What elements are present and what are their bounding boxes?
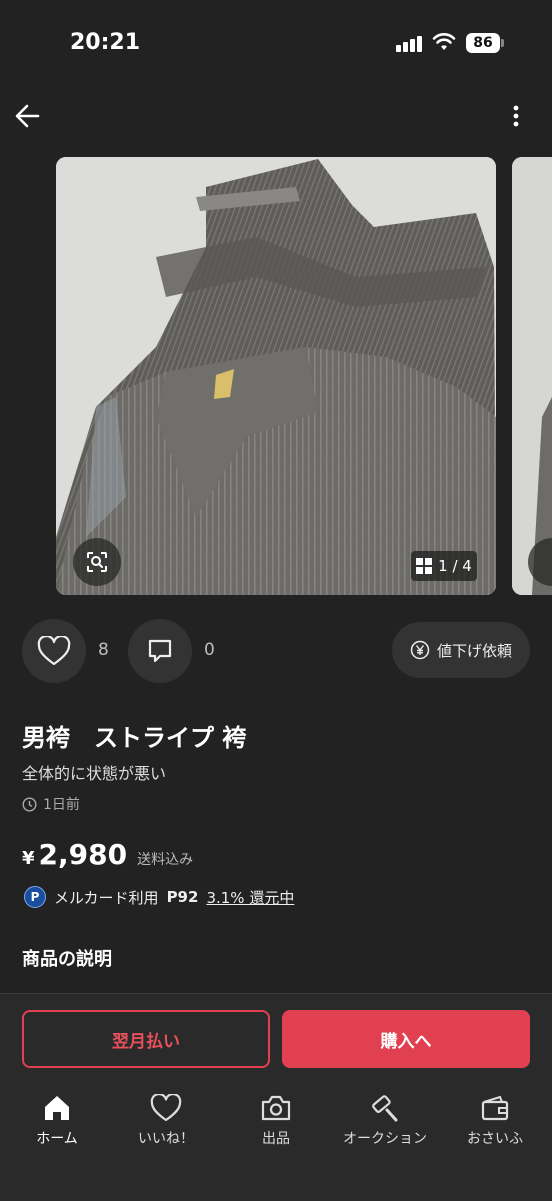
points-row: P メルカード利用 P92 3.1% 還元中 — [24, 886, 294, 908]
tab-wallet-label: おさいふ — [467, 1131, 523, 1147]
camera-icon — [261, 1095, 291, 1121]
clock-icon — [22, 796, 37, 812]
item-condition: 全体的に状態が悪い — [22, 764, 167, 783]
tab-auction[interactable]: オークション — [335, 1094, 435, 1148]
price-request-button[interactable]: 値下げ依頼 — [392, 622, 530, 678]
shipping-note: 送料込み — [137, 852, 194, 868]
item-price: 2,980 — [38, 838, 128, 871]
wifi-icon — [432, 33, 456, 50]
grid-icon — [416, 558, 433, 574]
buy-button[interactable]: 購入へ — [282, 1010, 530, 1068]
zoom-button[interactable] — [73, 538, 121, 586]
tab-wallet[interactable]: おさいふ — [445, 1094, 545, 1148]
tab-home[interactable]: ホーム — [7, 1094, 107, 1148]
comment-count: 0 — [204, 640, 215, 660]
tab-sell[interactable]: 出品 — [226, 1094, 326, 1148]
posted-time: 1日前 — [22, 794, 80, 814]
heart-icon — [37, 636, 71, 666]
points-label: メルカード利用 — [54, 888, 159, 907]
pay-later-button[interactable]: 翌月払い — [22, 1010, 270, 1068]
tab-home-label: ホーム — [36, 1131, 78, 1147]
home-icon — [45, 1096, 69, 1120]
wallet-icon — [481, 1095, 509, 1121]
status-time: 20:21 — [70, 30, 141, 55]
zoom-scan-icon — [87, 552, 107, 572]
yen-circle-icon — [410, 640, 430, 660]
points-rate-link[interactable]: 3.1% 還元中 — [206, 887, 294, 908]
more-options-icon[interactable] — [500, 98, 532, 134]
product-photo[interactable] — [56, 157, 496, 595]
price-row: ¥ 2,980 送料込み — [22, 838, 193, 871]
photo-counter-text: 1 / 4 — [438, 557, 472, 575]
cellular-signal-icon — [396, 34, 422, 52]
tab-sell-label: 出品 — [262, 1131, 290, 1147]
points-value: P92 — [166, 888, 199, 906]
comment-button[interactable] — [128, 619, 192, 683]
currency-symbol: ¥ — [22, 848, 35, 869]
like-button[interactable] — [22, 619, 86, 683]
points-badge-icon: P — [24, 886, 46, 908]
heart-icon — [150, 1094, 182, 1122]
tab-auction-label: オークション — [343, 1131, 427, 1147]
back-arrow-icon[interactable] — [10, 98, 46, 134]
battery-level: 86 — [466, 33, 500, 53]
next-product-photo[interactable] — [512, 157, 552, 595]
posted-time-text: 1日前 — [43, 797, 80, 813]
comment-icon — [148, 639, 172, 663]
tab-likes-label: いいね！ — [138, 1131, 194, 1147]
description-heading: 商品の説明 — [22, 949, 112, 970]
photo-counter: 1 / 4 — [411, 551, 477, 581]
tab-likes[interactable]: いいね！ — [116, 1094, 216, 1148]
like-count: 8 — [98, 640, 109, 660]
price-request-label: 値下げ依頼 — [436, 641, 512, 660]
gavel-icon — [372, 1095, 398, 1122]
item-title: 男袴 ストライプ 袴 — [22, 724, 247, 752]
battery-tip — [501, 39, 504, 47]
